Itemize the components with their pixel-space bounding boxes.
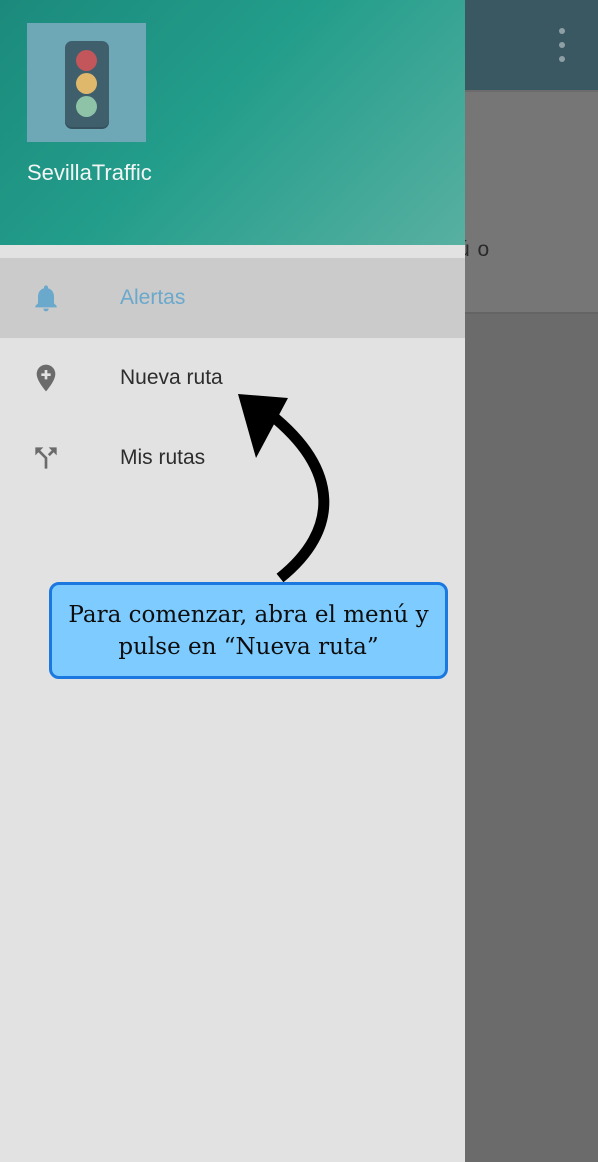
drawer-item-label: Nueva ruta: [120, 366, 223, 389]
bell-icon: [35, 285, 57, 312]
add-location-icon: [36, 364, 56, 392]
tutorial-callout: Para comenzar, abra el menú y pulse en “…: [49, 582, 448, 679]
drawer-header: SevillaTraffic: [0, 0, 465, 245]
app-name: SevillaTraffic: [27, 160, 152, 185]
fork-routes-icon: [35, 447, 57, 469]
overflow-menu-icon[interactable]: [552, 28, 572, 62]
drawer-item-alertas[interactable]: Alertas: [0, 258, 465, 338]
drawer-item-label: Mis rutas: [120, 446, 206, 469]
callout-text: Para comenzar, abra el menú y pulse en “…: [68, 601, 429, 660]
drawer-item-label: Alertas: [120, 286, 186, 309]
tutorial-arrow-icon: [238, 394, 330, 583]
traffic-light-icon: [27, 23, 146, 142]
